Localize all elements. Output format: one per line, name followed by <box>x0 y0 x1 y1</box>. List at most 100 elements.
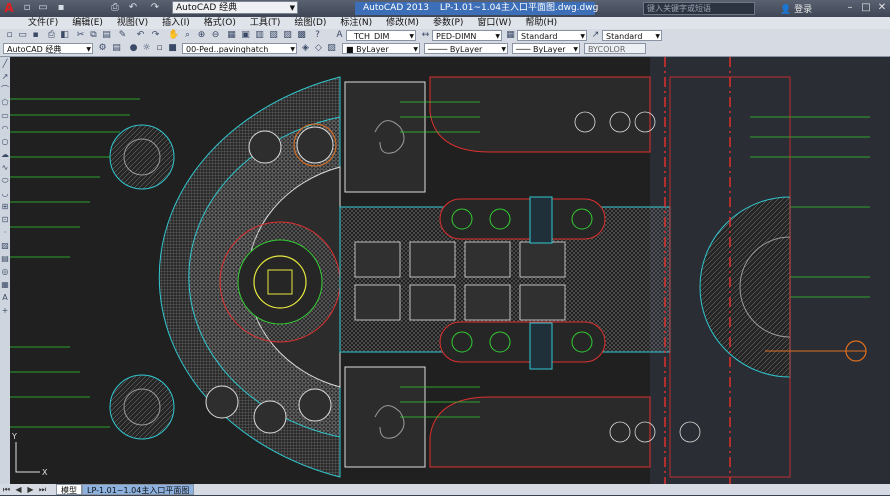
construction-line-icon[interactable]: ↗ <box>0 70 10 83</box>
spline-icon[interactable]: ∿ <box>0 161 10 174</box>
rosette-top <box>109 124 175 190</box>
table-icon[interactable]: ▦ <box>0 278 10 291</box>
ellipse-arc-icon[interactable]: ◡ <box>0 187 10 200</box>
menu-modify[interactable]: 修改(M) <box>379 17 426 29</box>
print-icon[interactable]: ⎙ <box>46 30 57 41</box>
login-button[interactable]: 👤 登录 <box>780 2 812 15</box>
workspace-combo[interactable]: AutoCAD 经典 ▼ <box>3 43 93 54</box>
hatch-icon[interactable]: ▨ <box>0 239 10 252</box>
add-selected-icon[interactable]: + <box>0 304 10 317</box>
autocad-logo-icon[interactable]: A <box>2 1 16 15</box>
lineweight-value: ByLayer <box>533 45 566 54</box>
dim-style-select[interactable]: PED-DIMN ▼ <box>432 30 502 41</box>
zoom-window-icon[interactable]: ⊕ <box>196 30 207 41</box>
redo-icon[interactable]: ↷ <box>150 30 161 41</box>
arc-icon[interactable]: ◠ <box>0 122 10 135</box>
make-current-icon[interactable]: ◈ <box>300 43 311 54</box>
drawing-canvas[interactable]: Y X <box>10 57 890 484</box>
redo-icon[interactable]: ↷ <box>148 1 162 15</box>
new-icon[interactable]: ▫ <box>20 1 34 15</box>
make-block-icon[interactable]: ⊡ <box>0 213 10 226</box>
sheet-set-icon[interactable]: ▧ <box>268 30 279 41</box>
table-style-select[interactable]: Standard ▼ <box>517 30 587 41</box>
region-icon[interactable]: ◎ <box>0 265 10 278</box>
layer-manager-icon[interactable]: ▤ <box>111 43 122 54</box>
new-icon[interactable]: ▫ <box>4 30 15 41</box>
tab-model[interactable]: 模型 <box>56 484 82 495</box>
properties-icon[interactable]: ▦ <box>226 30 237 41</box>
file-title: LP-1.01~1.04主入口平面图.dwg.dwg <box>439 3 599 13</box>
tab-layout[interactable]: LP-1.01~1.04主入口平面图 <box>82 484 195 495</box>
polygon-icon[interactable]: ⬠ <box>0 96 10 109</box>
prev-tab-icon[interactable]: ◀ <box>14 484 23 495</box>
layer-select[interactable]: 00-Ped..pavinghatch ▼ <box>182 43 297 54</box>
layer-previous-icon[interactable]: ◇ <box>313 43 324 54</box>
plotstyle-select[interactable]: BYCOLOR <box>584 43 646 54</box>
markup-icon[interactable]: ▨ <box>282 30 293 41</box>
first-tab-icon[interactable]: ⏮ <box>2 484 11 495</box>
dim-style-value: PED-DIMN <box>436 32 477 41</box>
text-style-select[interactable]: _TCH_DIM ▼ <box>346 30 416 41</box>
line-icon[interactable]: ╱ <box>0 57 10 70</box>
calculator-icon[interactable]: ▩ <box>296 30 307 41</box>
undo-icon[interactable]: ↶ <box>135 30 146 41</box>
paste-icon[interactable]: ▤ <box>101 30 112 41</box>
maximize-icon[interactable]: □ <box>860 1 872 14</box>
menu-tools[interactable]: 工具(T) <box>243 17 288 29</box>
menu-format[interactable]: 格式(O) <box>197 17 243 29</box>
insert-block-icon[interactable]: ⊞ <box>0 200 10 213</box>
minimize-icon[interactable]: – <box>844 1 856 14</box>
close-icon[interactable]: ✕ <box>876 1 888 14</box>
menu-dimension[interactable]: 标注(N) <box>333 17 379 29</box>
ellipse-icon[interactable]: ⬭ <box>0 174 10 187</box>
multileader-style-select[interactable]: Standard ▼ <box>602 30 662 41</box>
next-tab-icon[interactable]: ▶ <box>26 484 35 495</box>
preview-icon[interactable]: ◧ <box>59 30 70 41</box>
save-icon[interactable]: ▪ <box>54 1 68 15</box>
menu-draw[interactable]: 绘图(D) <box>287 17 333 29</box>
layer-state-icon[interactable]: ▨ <box>326 43 337 54</box>
layer-lock-icon[interactable]: ▫ <box>154 43 165 54</box>
layer-freeze-icon[interactable]: ☼ <box>141 43 152 54</box>
cut-icon[interactable]: ✂ <box>75 30 86 41</box>
menu-insert[interactable]: 插入(I) <box>155 17 197 29</box>
linetype-select[interactable]: ──── ByLayer ▼ <box>424 43 508 54</box>
pan-icon[interactable]: ✋ <box>168 30 179 41</box>
undo-icon[interactable]: ↶ <box>126 1 140 15</box>
menu-window[interactable]: 窗口(W) <box>470 17 518 29</box>
point-icon[interactable]: · <box>0 226 10 239</box>
color-value: ByLayer <box>356 45 389 54</box>
lineweight-select[interactable]: ─── ByLayer ▼ <box>512 43 580 54</box>
zoom-realtime-icon[interactable]: ⌕ <box>182 30 193 41</box>
save-icon[interactable]: ▪ <box>30 30 41 41</box>
last-tab-icon[interactable]: ⏭ <box>38 484 47 495</box>
open-icon[interactable]: ▭ <box>17 30 28 41</box>
help-icon[interactable]: ? <box>312 30 323 41</box>
workspace-settings-icon[interactable]: ⚙ <box>97 43 108 54</box>
revision-cloud-icon[interactable]: ☁ <box>0 148 10 161</box>
layer-color-icon[interactable]: ■ <box>167 43 178 54</box>
menu-parametric[interactable]: 参数(P) <box>426 17 470 29</box>
menu-edit[interactable]: 编辑(E) <box>65 17 110 29</box>
circle-icon[interactable]: ○ <box>0 135 10 148</box>
menu-help[interactable]: 帮助(H) <box>518 17 564 29</box>
search-input[interactable]: 键入关键字或短语 <box>643 2 755 15</box>
menu-file[interactable]: 文件(F) <box>0 17 65 29</box>
copy-icon[interactable]: ⧉ <box>88 30 99 41</box>
gradient-icon[interactable]: ▤ <box>0 252 10 265</box>
print-icon[interactable]: ⎙ <box>108 1 122 15</box>
workspace-select[interactable]: AutoCAD 经典 ▼ <box>172 1 298 14</box>
open-icon[interactable]: ▭ <box>36 1 50 15</box>
chevron-down-icon: ▼ <box>86 46 91 53</box>
layer-on-icon[interactable]: ● <box>128 43 139 54</box>
menu-view[interactable]: 视图(V) <box>110 17 155 29</box>
standard-toolbar: ▫ ▭ ▪ ⎙ ◧ ✂ ⧉ ▤ ✎ ↶ ↷ ✋ ⌕ ⊕ ⊖ ▦ ▣ ▥ ▧ ▨ … <box>0 29 890 42</box>
zoom-previous-icon[interactable]: ⊖ <box>210 30 221 41</box>
polyline-icon[interactable]: ⌒ <box>0 83 10 96</box>
tool-palettes-icon[interactable]: ▥ <box>254 30 265 41</box>
mtext-icon[interactable]: A <box>0 291 10 304</box>
rectangle-icon[interactable]: ▭ <box>0 109 10 122</box>
color-select[interactable]: ■ ByLayer ▼ <box>342 43 420 54</box>
design-center-icon[interactable]: ▣ <box>240 30 251 41</box>
match-properties-icon[interactable]: ✎ <box>117 30 128 41</box>
